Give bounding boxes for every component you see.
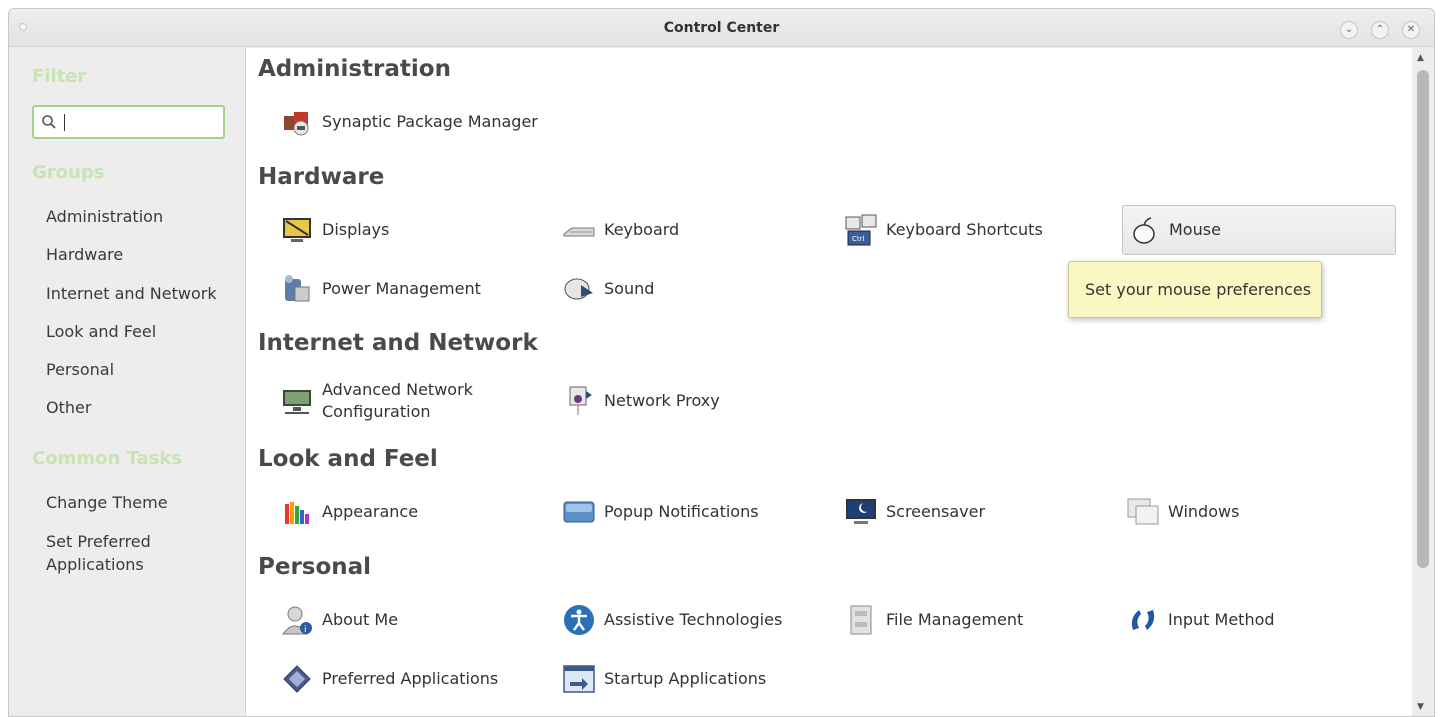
sidebar-item-internet-network[interactable]: Internet and Network [46, 282, 217, 305]
item-about-me[interactable]: i About Me [276, 595, 398, 645]
title-bar[interactable]: Control Center ⌄ ⌃ ✕ [9, 9, 1434, 47]
startup-apps-icon [562, 662, 596, 696]
group-title-personal: Personal [258, 554, 372, 580]
vertical-scrollbar[interactable]: ▲ ▼ [1412, 48, 1434, 716]
close-button[interactable]: ✕ [1402, 21, 1420, 39]
control-center-window: Control Center ⌄ ⌃ ✕ Filter Groups Admin… [8, 8, 1435, 717]
window-title: Control Center [663, 20, 780, 36]
display-icon [280, 213, 314, 247]
sidebar-item-other[interactable]: Other [46, 396, 91, 419]
item-preferred-applications[interactable]: Preferred Applications [276, 654, 498, 704]
common-tasks-heading: Common Tasks [32, 448, 183, 469]
keyboard-icon [562, 213, 596, 247]
item-sound[interactable]: Sound [558, 264, 654, 314]
item-label: Displays [322, 220, 390, 239]
windows-icon [1126, 495, 1160, 529]
item-label: Screensaver [886, 502, 986, 521]
item-label: Network Proxy [604, 391, 720, 410]
item-label: About Me [322, 610, 399, 629]
mouse-tooltip: Set your mouse preferences [1068, 261, 1322, 318]
content-pane: Administration Synaptic Package Manager … [245, 48, 1413, 716]
search-input[interactable] [32, 105, 225, 139]
sound-icon [562, 272, 596, 306]
item-windows[interactable]: Windows [1122, 487, 1239, 537]
groups-heading: Groups [32, 162, 105, 183]
item-keyboard-shortcuts[interactable]: Ctrl Keyboard Shortcuts [840, 205, 1043, 255]
scroll-up-arrow-icon[interactable]: ▲ [1417, 53, 1424, 63]
sidebar-item-administration[interactable]: Administration [46, 205, 163, 228]
item-synaptic-package-manager[interactable]: Synaptic Package Manager [276, 97, 538, 147]
item-advanced-network-configuration[interactable]: Advanced Network Configuration [276, 376, 482, 426]
item-network-proxy[interactable]: Network Proxy [558, 376, 720, 426]
minimize-button[interactable]: ⌄ [1340, 21, 1358, 39]
svg-text:Ctrl: Ctrl [852, 235, 865, 243]
item-label: Assistive Technologies [604, 610, 783, 629]
keyboard-shortcuts-icon: Ctrl [844, 213, 878, 247]
item-label: Keyboard Shortcuts [886, 220, 1043, 239]
notifications-icon [562, 495, 596, 529]
power-management-icon [280, 272, 314, 306]
maximize-button[interactable]: ⌃ [1371, 21, 1389, 39]
item-screensaver[interactable]: Screensaver [840, 487, 985, 537]
item-appearance[interactable]: Appearance [276, 487, 418, 537]
item-startup-applications[interactable]: Startup Applications [558, 654, 766, 704]
scrollbar-thumb[interactable] [1417, 70, 1429, 568]
task-change-theme[interactable]: Change Theme [46, 491, 168, 514]
item-mouse[interactable]: Mouse [1122, 205, 1396, 255]
sidebar-item-look-and-feel[interactable]: Look and Feel [46, 320, 156, 343]
item-label: Input Method [1168, 610, 1275, 629]
item-assistive-technologies[interactable]: Assistive Technologies [558, 595, 782, 645]
item-label: Popup Notifications [604, 502, 759, 521]
item-label: Sound [604, 279, 655, 298]
sidebar: Filter Groups Administration Hardware In… [9, 48, 245, 716]
item-label: Advanced Network Configuration [322, 380, 473, 421]
mouse-icon [1127, 213, 1161, 247]
about-me-icon: i [280, 603, 314, 637]
appearance-icon [280, 495, 314, 529]
item-displays[interactable]: Displays [276, 205, 389, 255]
task-set-preferred-applications[interactable]: Set Preferred Applications [46, 530, 196, 576]
item-label: Windows [1168, 502, 1240, 521]
scroll-down-arrow-icon[interactable]: ▼ [1417, 702, 1424, 712]
item-file-management[interactable]: File Management [840, 595, 1023, 645]
filter-heading: Filter [32, 66, 87, 87]
search-icon [42, 115, 56, 129]
network-proxy-icon [562, 384, 596, 418]
item-label: File Management [886, 610, 1024, 629]
item-input-method[interactable]: Input Method [1122, 595, 1275, 645]
item-label: Preferred Applications [322, 669, 499, 688]
item-label: Appearance [322, 502, 419, 521]
sidebar-item-hardware[interactable]: Hardware [46, 243, 123, 266]
item-popup-notifications[interactable]: Popup Notifications [558, 487, 759, 537]
package-manager-icon [280, 105, 314, 139]
sidebar-item-personal[interactable]: Personal [46, 358, 114, 381]
screensaver-icon [844, 495, 878, 529]
preferred-apps-icon [280, 662, 314, 696]
file-management-icon [844, 603, 878, 637]
network-config-icon [280, 384, 314, 418]
input-method-icon [1126, 603, 1160, 637]
item-power-management[interactable]: Power Management [276, 264, 481, 314]
item-label: Synaptic Package Manager [322, 112, 538, 131]
group-title-hardware: Hardware [258, 164, 385, 190]
group-title-internet-network: Internet and Network [258, 330, 538, 356]
item-keyboard[interactable]: Keyboard [558, 205, 679, 255]
item-label: Keyboard [604, 220, 680, 239]
group-title-look-and-feel: Look and Feel [258, 446, 438, 472]
item-label: Power Management [322, 279, 481, 298]
text-caret [64, 114, 65, 131]
item-label: Startup Applications [604, 669, 767, 688]
item-label: Mouse [1169, 220, 1221, 239]
group-title-administration: Administration [258, 56, 451, 82]
svg-text:i: i [304, 625, 307, 635]
accessibility-icon [562, 603, 596, 637]
